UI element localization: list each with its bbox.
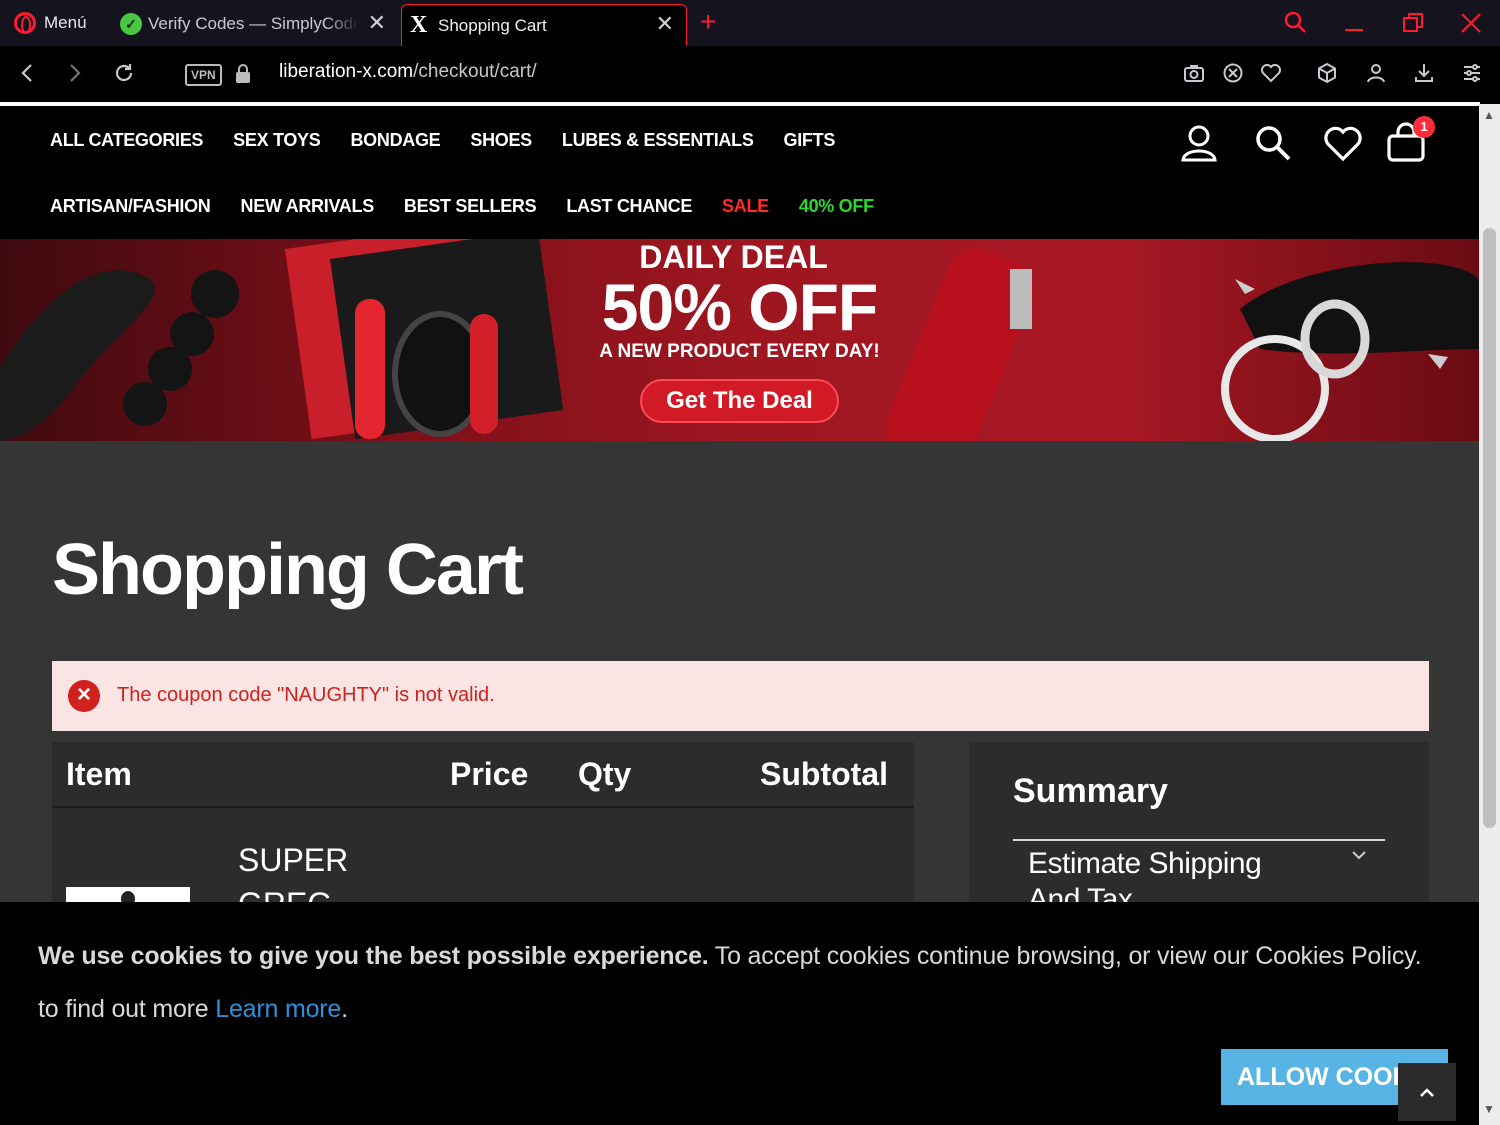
profile-icon[interactable] [1365, 62, 1387, 84]
bookmark-heart-icon[interactable] [1260, 62, 1282, 84]
url-path: /checkout/cart/ [413, 61, 537, 82]
nav-best-sellers[interactable]: BEST SELLERS [404, 196, 537, 217]
header-qty: Qty [578, 756, 632, 792]
minimize-icon[interactable] [1343, 12, 1365, 34]
nav-shoes[interactable]: SHOES [470, 130, 532, 151]
forward-icon[interactable] [64, 62, 86, 84]
daily-deal-banner[interactable]: DAILY DEAL 50% OFF A NEW PRODUCT EVERY D… [0, 239, 1479, 441]
nav-row-secondary: ARTISAN/FASHION NEW ARRIVALS BEST SELLER… [50, 196, 874, 217]
chevron-up-icon [1420, 1088, 1434, 1097]
site-navigation: ALL CATEGORIES SEX TOYS BONDAGE SHOES LU… [0, 106, 1479, 239]
banner-subtitle: A NEW PRODUCT EVERY DAY! [599, 341, 880, 362]
summary-title: Summary [1013, 772, 1168, 810]
browser-menu-label: Menú [44, 13, 87, 32]
wishlist-heart-icon[interactable] [1322, 122, 1364, 164]
cookie-message: We use cookies to give you the best poss… [38, 930, 1438, 1036]
scroll-down-icon[interactable]: ▼ [1483, 1102, 1495, 1116]
lock-icon[interactable] [236, 64, 250, 84]
banner-discount: 50% OFF [601, 270, 878, 344]
url-host: liberation-x.com [279, 61, 414, 82]
nav-artisan-fashion[interactable]: ARTISAN/FASHION [50, 196, 211, 217]
browser-tab-strip: Menú ✓ Verify Codes — SimplyCodes ✕ X Sh… [0, 0, 1500, 46]
search-tabs-icon[interactable] [1283, 10, 1307, 34]
chevron-down-icon[interactable] [1352, 850, 1366, 860]
nav-all-categories[interactable]: ALL CATEGORIES [50, 130, 203, 151]
tab-title: Shopping Cart [438, 15, 547, 35]
page-title: Shopping Cart [52, 530, 524, 610]
scrollbar-thumb[interactable] [1483, 228, 1496, 828]
browser-menu-button[interactable]: Menú [14, 10, 87, 36]
url-field[interactable]: liberation-x.com/checkout/cart/ [279, 61, 537, 83]
reload-icon[interactable] [113, 62, 135, 84]
nav-new-arrivals[interactable]: NEW ARRIVALS [241, 196, 375, 217]
easy-setup-icon[interactable] [1461, 62, 1483, 84]
page-scrollbar[interactable]: ▲ ▼ [1479, 104, 1500, 1125]
restore-icon[interactable] [1402, 12, 1424, 34]
tab-title: Verify Codes — SimplyCodes [148, 14, 358, 33]
header-item: Item [66, 756, 132, 792]
new-tab-button[interactable]: + [700, 8, 716, 36]
close-window-icon[interactable] [1460, 12, 1482, 34]
camera-icon[interactable] [1183, 62, 1205, 84]
address-bar: VPN liberation-x.com/checkout/cart/ [0, 46, 1500, 104]
error-text: The coupon code "NAUGHTY" is not valid. [117, 684, 495, 706]
account-icon[interactable] [1178, 122, 1220, 164]
scroll-up-icon[interactable]: ▲ [1483, 108, 1495, 122]
opera-logo-icon [14, 12, 36, 34]
cart-count-badge: 1 [1413, 116, 1435, 138]
cookie-message-bold: We use cookies to give you the best poss… [38, 942, 709, 970]
nav-sale[interactable]: SALE [722, 196, 769, 217]
tab-shopping-cart[interactable]: X Shopping Cart ✕ [401, 4, 687, 46]
nav-row-primary: ALL CATEGORIES SEX TOYS BONDAGE SHOES LU… [50, 130, 835, 151]
nav-last-chance[interactable]: LAST CHANCE [566, 196, 692, 217]
error-x-icon: × [68, 680, 100, 712]
tab-verify-codes[interactable]: ✓ Verify Codes — SimplyCodes ✕ [112, 4, 398, 44]
extensions-cube-icon[interactable] [1316, 62, 1338, 84]
liberation-x-favicon-icon: X [410, 12, 428, 38]
nav-gifts[interactable]: GIFTS [784, 130, 836, 151]
back-to-top-button[interactable] [1398, 1063, 1456, 1121]
learn-more-link[interactable]: Learn more [215, 995, 341, 1023]
coupon-error-message: × The coupon code "NAUGHTY" is not valid… [52, 661, 1429, 731]
get-the-deal-button[interactable]: Get The Deal [640, 379, 839, 423]
nav-sex-toys[interactable]: SEX TOYS [233, 130, 321, 151]
header-price: Price [450, 756, 529, 792]
close-tab-icon[interactable]: ✕ [368, 12, 386, 34]
cookie-message-end: . [341, 995, 348, 1023]
vpn-badge[interactable]: VPN [185, 64, 222, 86]
cookie-consent-bar: We use cookies to give you the best poss… [0, 902, 1479, 1125]
search-icon[interactable] [1252, 122, 1294, 164]
nav-40-off[interactable]: 40% OFF [799, 196, 874, 217]
check-badge-icon: ✓ [120, 13, 142, 35]
nav-lubes-essentials[interactable]: LUBES & ESSENTIALS [562, 130, 754, 151]
back-icon[interactable] [16, 62, 38, 84]
summary-divider [1013, 839, 1385, 841]
nav-bondage[interactable]: BONDAGE [350, 130, 440, 151]
cart-table-header: Item Price Qty Subtotal [52, 742, 914, 808]
header-subtotal: Subtotal [760, 756, 888, 792]
ad-block-icon[interactable] [1222, 62, 1244, 84]
close-tab-icon[interactable]: ✕ [656, 13, 674, 35]
download-icon[interactable] [1413, 62, 1435, 84]
